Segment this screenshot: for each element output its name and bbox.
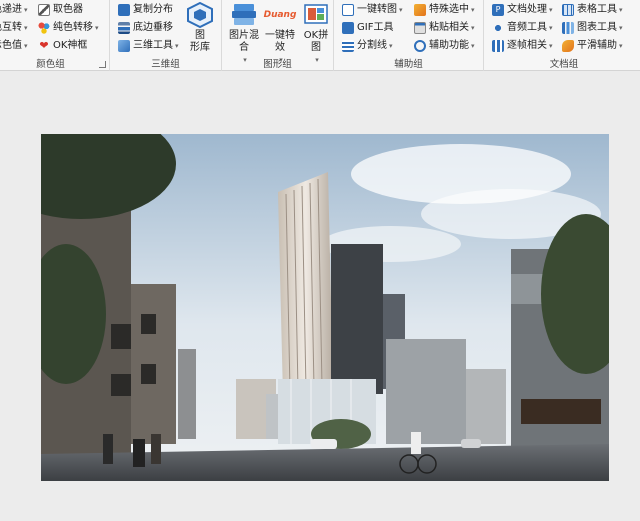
table-tools-button[interactable]: 表格工具 ▾ <box>562 2 623 18</box>
special-select-button[interactable]: 特殊选中 ▾ <box>414 2 475 18</box>
palette-icon <box>38 22 50 34</box>
gif-tools-button[interactable]: GIF工具 <box>342 20 393 36</box>
threed-tools-button[interactable]: 三维工具 ▾ <box>118 38 179 54</box>
layers-icon <box>118 22 130 34</box>
gif-icon <box>342 22 354 34</box>
eyedropper-icon <box>38 4 50 16</box>
dialog-launcher-icon[interactable] <box>99 61 106 68</box>
assist-group-label: 辅助组 <box>394 59 423 70</box>
doc-group-label: 文档组 <box>549 59 579 70</box>
collage-icon <box>304 4 328 24</box>
duang-logo-icon: Duang <box>263 10 297 20</box>
smooth-icon <box>562 40 574 52</box>
table-icon <box>562 4 574 16</box>
bottom-edge-button[interactable]: 底边垂移 <box>118 20 173 36</box>
document-icon: P <box>492 4 504 16</box>
bar-chart-icon <box>562 22 574 34</box>
ok-frame-button[interactable]: ❤ OK神框 <box>38 38 87 54</box>
shape-group: 图片混 合 ▾ Duang 一键特 效 ▾ OK拼 图 ▾ 图形组 <box>222 0 334 71</box>
color-group-label: 颜色组 <box>36 59 65 70</box>
paste-related-button[interactable]: 粘贴相关 ▾ <box>414 20 475 36</box>
audio-icon <box>492 22 504 34</box>
show-color-value-button[interactable]: 示色值▾ <box>0 38 28 54</box>
ribbon-toolbar: 色递进▾ 取色器 色互转▾ 纯色转移▾ 示色值▾ ❤ OK神框 颜色组 复制分布 <box>0 0 640 71</box>
street-rendering-image <box>41 134 609 481</box>
color-progression-button[interactable]: 色递进▾ <box>0 2 28 18</box>
ok-frame-icon: ❤ <box>39 39 49 52</box>
doc-group: P 文档处理 ▾ 表格工具 ▾ 音频工具 ▾ 图表工具 ▾ 逐帧相关 ▾ 平滑辅助 ▾ 文档… <box>484 0 640 71</box>
frame-related-button[interactable]: 逐帧相关 ▾ <box>492 38 553 54</box>
color-convert-button[interactable]: 色互转▾ <box>0 20 28 36</box>
color-picker-button[interactable]: 取色器 <box>38 2 83 18</box>
special-select-icon <box>414 4 426 16</box>
chart-tools-button[interactable]: 图表工具 ▾ <box>562 20 623 36</box>
audio-tools-button[interactable]: 音频工具 ▾ <box>492 20 553 36</box>
divider-line-button[interactable]: 分割线 ▾ <box>342 38 393 54</box>
shape-library-button[interactable]: 图 形库 <box>180 2 220 54</box>
clipboard-icon <box>414 22 426 34</box>
one-click-to-image-button[interactable]: 一键转图 ▾ <box>342 2 403 18</box>
threed-group-label: 三维组 <box>151 59 180 70</box>
slide-image[interactable] <box>41 134 609 481</box>
hexagon-icon <box>187 2 213 28</box>
convert-image-icon <box>342 4 354 16</box>
shape-group-label: 图形组 <box>263 59 292 70</box>
assist-function-button[interactable]: 辅助功能 ▾ <box>414 38 475 54</box>
magnifier-icon <box>414 40 426 52</box>
smooth-assist-button[interactable]: 平滑辅助 ▾ <box>562 38 623 54</box>
assist-group: 一键转图 ▾ 特殊选中 ▾ GIF工具 粘贴相关 ▾ 分割线 ▾ 辅助功能 ▾ 辅助组 <box>334 0 484 71</box>
cube-icon <box>118 40 130 52</box>
document-processing-button[interactable]: P 文档处理 ▾ <box>492 2 553 18</box>
copy-distribute-icon <box>118 4 130 16</box>
copy-distribute-button[interactable]: 复制分布 <box>118 2 173 18</box>
grid-icon <box>342 40 354 52</box>
color-group: 色递进▾ 取色器 色互转▾ 纯色转移▾ 示色值▾ ❤ OK神框 颜色组 <box>0 0 110 71</box>
threed-group: 复制分布 底边垂移 三维工具 ▾ 图 形库 三维组 <box>110 0 222 71</box>
frames-icon <box>492 40 504 52</box>
stacked-images-icon <box>232 4 256 25</box>
solid-color-transfer-button[interactable]: 纯色转移 ▾ <box>38 20 99 36</box>
